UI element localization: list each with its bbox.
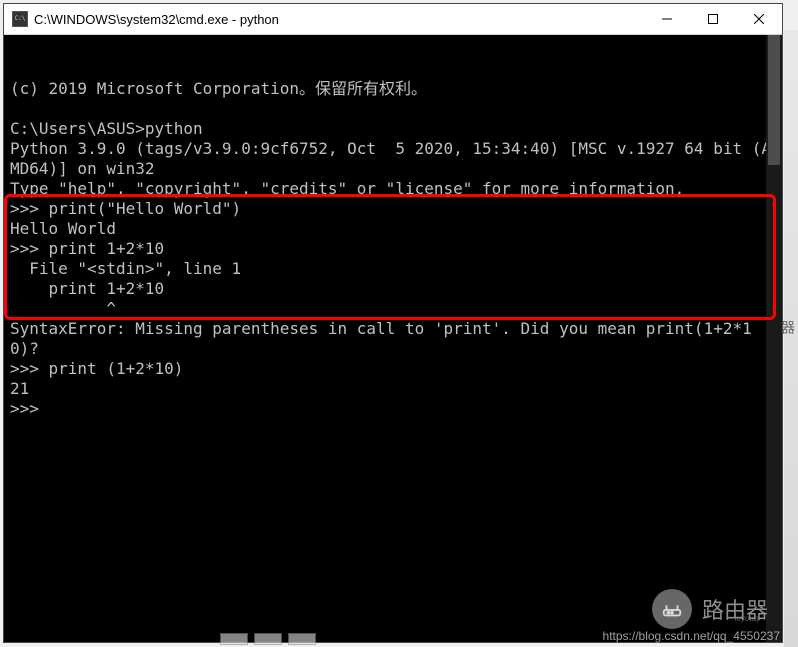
terminal-line: Hello World bbox=[10, 219, 776, 239]
terminal-line: Type "help", "copyright", "credits" or "… bbox=[10, 179, 776, 199]
scrollbar[interactable] bbox=[766, 35, 782, 642]
close-button[interactable] bbox=[736, 4, 782, 34]
terminal-line: >>> print("Hello World") bbox=[10, 199, 776, 219]
background-side-strip bbox=[784, 30, 798, 647]
watermark-small-text: luyouqi bbox=[735, 614, 760, 623]
watermark-url: https://blog.csdn.net/qq_4550237 bbox=[603, 629, 780, 643]
terminal-line: ^ bbox=[10, 299, 776, 319]
terminal-line: SyntaxError: Missing parentheses in call… bbox=[10, 319, 776, 359]
cmd-icon bbox=[12, 11, 28, 27]
terminal-line: C:\Users\ASUS>python bbox=[10, 119, 776, 139]
terminal-line: (c) 2019 Microsoft Corporation。保留所有权利。 bbox=[10, 79, 776, 99]
maximize-icon bbox=[708, 14, 718, 24]
terminal-line: print 1+2*10 bbox=[10, 279, 776, 299]
minimize-icon bbox=[662, 14, 672, 24]
terminal-line: >>> bbox=[10, 399, 776, 419]
router-icon bbox=[652, 589, 692, 629]
window-controls bbox=[644, 4, 782, 34]
scrollbar-thumb[interactable] bbox=[768, 35, 780, 165]
terminal-line: 21 bbox=[10, 379, 776, 399]
maximize-button[interactable] bbox=[690, 4, 736, 34]
thumbnail bbox=[220, 633, 248, 645]
thumbnail bbox=[254, 633, 282, 645]
watermark-badge: 路由器 bbox=[652, 589, 768, 629]
thumbnail bbox=[288, 633, 316, 645]
terminal-line: >>> print (1+2*10) bbox=[10, 359, 776, 379]
terminal-area[interactable]: (c) 2019 Microsoft Corporation。保留所有权利。 C:… bbox=[4, 35, 782, 642]
background-thumbnails bbox=[220, 633, 316, 647]
terminal-line: >>> print 1+2*10 bbox=[10, 239, 776, 259]
terminal-line: Python 3.9.0 (tags/v3.9.0:9cf6752, Oct 5… bbox=[10, 139, 776, 179]
terminal-line bbox=[10, 99, 776, 119]
minimize-button[interactable] bbox=[644, 4, 690, 34]
terminal-line: File "<stdin>", line 1 bbox=[10, 259, 776, 279]
window-title: C:\WINDOWS\system32\cmd.exe - python bbox=[34, 12, 644, 27]
cmd-window: C:\WINDOWS\system32\cmd.exe - python (c)… bbox=[3, 3, 783, 643]
titlebar[interactable]: C:\WINDOWS\system32\cmd.exe - python bbox=[4, 4, 782, 35]
close-icon bbox=[754, 14, 764, 24]
